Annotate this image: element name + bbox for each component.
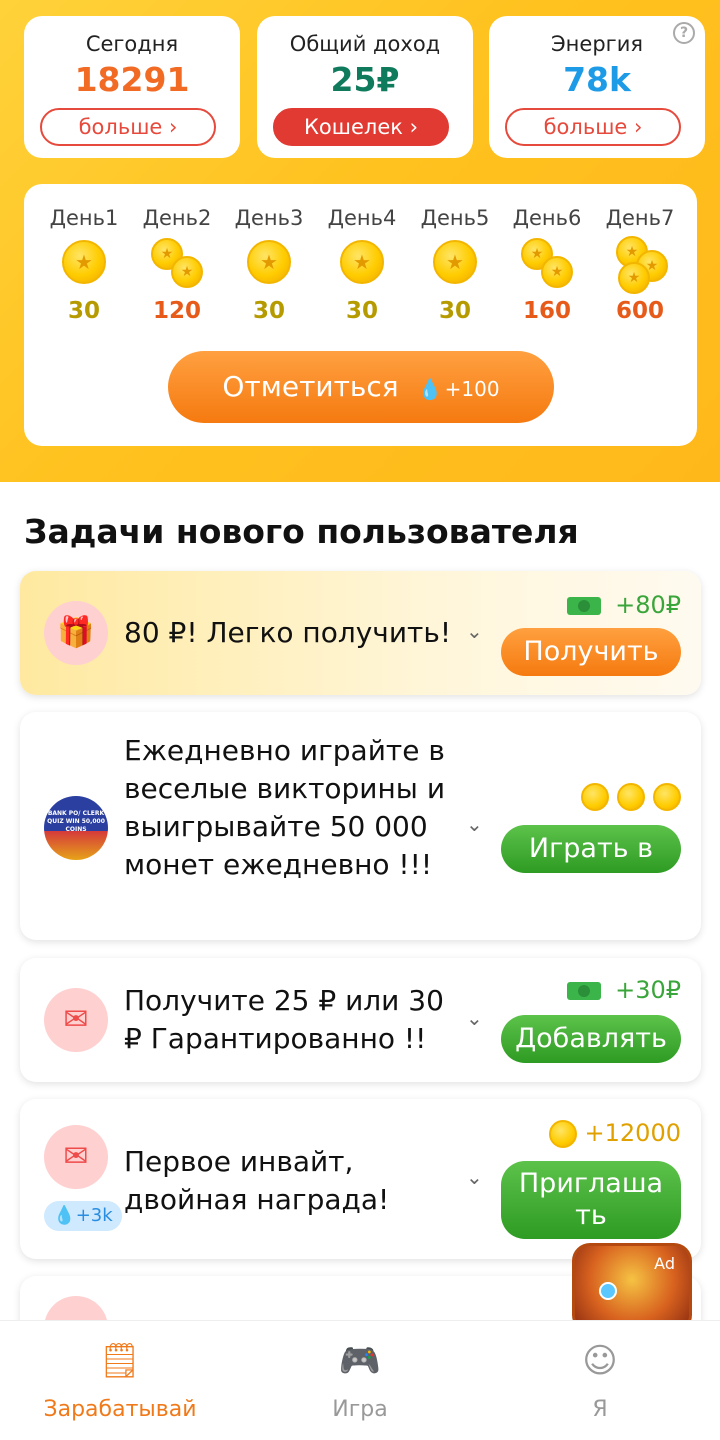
task-reward-value: +12000 [584,1119,681,1147]
wallet-button[interactable]: Кошелек › [273,108,449,146]
task-card-quiz[interactable]: BANK PO/ CLERK QUIZ WIN 50,000 COINS Еже… [20,712,701,940]
coin-icon [653,783,681,811]
checkin-button[interactable]: Отметиться 💧 +100 [168,351,554,423]
task-text: Первое инвайт, двойная награда! [124,1145,390,1216]
cash-icon [567,597,602,615]
gamepad-icon: 🎮 [338,1341,382,1381]
checkin-button-label: Отметиться [222,370,399,403]
task-reward-value: +80₽ [615,591,681,619]
add-button[interactable]: Добавлять [501,1015,681,1063]
coin-icon: ★ ★ ★ [594,236,686,294]
coin-icon: ★ [38,236,130,292]
chevron-down-icon[interactable]: ⌄ [466,812,483,836]
task-card-guaranteed[interactable]: ✉ Получите 25 ₽ или 30 ₽ Гарантированно … [20,958,701,1082]
energy-more-button[interactable]: больше › [505,108,681,146]
energy-badge-value: +3k [75,1205,113,1226]
drop-icon: 💧 [53,1205,76,1226]
get-button[interactable]: Получить [501,628,681,676]
coin-icon: ★ ★ [131,236,223,292]
checkin-day-reward: 30 [438,298,471,324]
gift-icon: 🎁 [44,601,108,665]
bottom-navigation: 🗒 Зарабатывай 🎮 Игра ☺ Я [0,1320,720,1440]
drop-icon: 💧 [417,377,443,401]
ad-label: Ad [654,1254,675,1273]
task-card-easy-reward[interactable]: 🎁 80 ₽! Легко получить! ⌄ +80₽ Получить [20,571,701,695]
task-card-invite[interactable]: ✉ 💧+3k Первое инвайт, двойная награда! ⌄… [20,1099,701,1259]
envelope-heart-icon: ✉ [44,988,108,1052]
coin-icon [548,1120,577,1148]
coin-icon: ★ [316,236,408,292]
energy-card: ? Энергия 78k больше › [489,16,705,158]
play-button[interactable]: Играть в [501,825,681,873]
checkin-day-label: День7 [605,206,675,230]
checkin-day-reward: 160 [522,298,571,324]
nav-game-label: Игра [332,1397,388,1422]
checkin-day-label: День6 [512,206,582,230]
checkin-day-label: День1 [49,206,119,230]
chevron-down-icon[interactable]: ⌄ [466,619,483,643]
task-reward: +80₽ [567,591,681,619]
checkin-day: День1 ★ 30 [38,206,130,324]
task-reward: +30₽ [567,976,681,1004]
coin-icon [617,783,645,811]
coin-icon: ★ [409,236,501,292]
nav-game[interactable]: 🎮 Игра [240,1339,480,1422]
checkin-day-label: День3 [234,206,304,230]
section-title: Задачи нового пользователя [24,512,579,551]
nav-earn-label: Зарабатывай [43,1397,197,1422]
checkin-day-reward: 30 [67,298,100,324]
checkin-day-label: День5 [420,206,490,230]
chevron-down-icon[interactable]: ⌄ [466,1165,483,1189]
task-reward: +12000 [548,1119,681,1148]
task-text: Получите 25 ₽ или 30 ₽ Гарантированно !! [124,984,444,1055]
nav-me[interactable]: ☺ Я [480,1339,720,1422]
checkin-day: День6 ★ ★ 160 [501,206,593,324]
checkin-day: День5 ★ 30 [409,206,501,324]
cash-icon [567,982,602,1000]
energy-badge: 💧+3k [44,1201,122,1231]
checkin-day-reward: 30 [345,298,378,324]
checkin-card: День1 ★ 30 День2 ★ ★ 120 День3 ★ 30 День4 ★ 30 День5 ★… [24,184,697,446]
checkin-day-label: День4 [327,206,397,230]
task-text: 80 ₽! Легко получить! [124,616,452,649]
nav-me-label: Я [592,1397,608,1422]
checkin-day: День2 ★ ★ 120 [131,206,223,324]
coin-stack [573,782,681,811]
coin-icon [581,783,609,811]
checkin-day-reward: 30 [252,298,285,324]
income-card: Общий доход 25₽ Кошелек › [257,16,473,158]
checkin-day: День4 ★ 30 [316,206,408,324]
today-card: Сегодня 18291 больше › [24,16,240,158]
checkin-day-reward: 600 [615,298,664,324]
earn-icon: 🗒 [98,1341,142,1381]
income-title: Общий доход [289,32,441,56]
quiz-logo-icon: BANK PO/ CLERK QUIZ WIN 50,000 COINS [44,796,108,860]
today-more-button[interactable]: больше › [40,108,216,146]
checkin-day: День3 ★ 30 [223,206,315,324]
coin-icon: ★ [223,236,315,292]
energy-value: 78k [563,60,631,99]
checkin-day-reward: 120 [152,298,201,324]
checkin-day: День7 ★ ★ ★ 600 [594,206,686,324]
checkin-bonus: +100 [444,377,500,401]
lock-gem-icon [599,1282,617,1300]
invite-envelope-icon: ✉ [44,1125,108,1189]
task-reward-value: +30₽ [615,976,681,1004]
coin-icon: ★ ★ [501,236,593,292]
nav-earn[interactable]: 🗒 Зарабатывай [0,1339,240,1422]
today-value: 18291 [74,60,190,99]
today-title: Сегодня [85,32,179,56]
profile-icon: ☺ [582,1341,618,1381]
checkin-day-label: День2 [142,206,212,230]
help-icon[interactable]: ? [673,22,695,44]
chevron-down-icon[interactable]: ⌄ [466,1006,483,1030]
invite-button[interactable]: Приглаша ть [501,1161,681,1239]
income-value: 25₽ [330,60,400,99]
task-text: Ежедневно играйте в веселые викторины и … [124,734,446,881]
